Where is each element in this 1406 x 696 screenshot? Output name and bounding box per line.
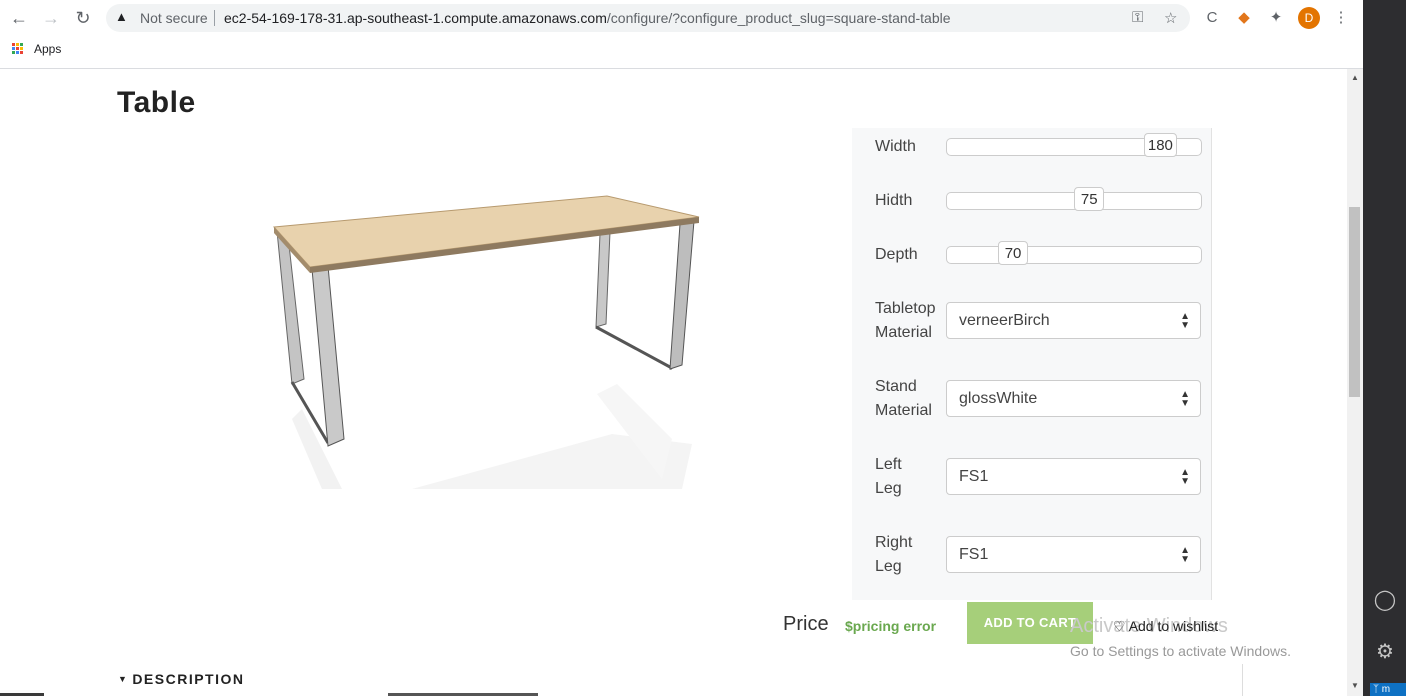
extension-c-icon[interactable]: C bbox=[1202, 8, 1222, 28]
stand-material-value: glossWhite bbox=[959, 390, 1038, 407]
height-label: Hidth bbox=[875, 192, 913, 209]
page-title: Table bbox=[117, 86, 196, 119]
forward-arrow-icon[interactable]: → bbox=[40, 7, 62, 29]
divider bbox=[1242, 664, 1243, 696]
depth-slider-handle[interactable]: 70 bbox=[998, 241, 1029, 265]
back-arrow-icon[interactable]: ← bbox=[8, 7, 30, 29]
table-3d-viewer[interactable] bbox=[262, 179, 702, 489]
tabletop-material-select[interactable]: verneerBirch ▲ ▼ bbox=[946, 302, 1201, 339]
wishlist-label: Add to wishlist bbox=[1128, 618, 1219, 634]
right-leg-label: Right Leg bbox=[875, 531, 912, 579]
select-caret-icon: ▲ ▼ bbox=[1180, 467, 1190, 487]
caret-down-icon: ▼ bbox=[118, 674, 127, 684]
url-text[interactable]: ec2-54-169-178-31.ap-southeast-1.compute… bbox=[224, 10, 951, 26]
url-host: ec2-54-169-178-31.ap-southeast-1.compute… bbox=[224, 10, 607, 26]
scroll-down-arrow-icon[interactable]: ▼ bbox=[1351, 681, 1359, 690]
description-toggle[interactable]: ▼ DESCRIPTION bbox=[118, 671, 245, 687]
left-leg-label: Left Leg bbox=[875, 453, 902, 501]
left-leg-select[interactable]: FS1 ▲ ▼ bbox=[946, 458, 1201, 495]
select-caret-icon: ▲ ▼ bbox=[1180, 545, 1190, 565]
gear-icon[interactable]: ⚙ bbox=[1373, 640, 1397, 664]
width-label: Width bbox=[875, 138, 916, 155]
stand-material-label-line2: Material bbox=[875, 402, 932, 419]
stand-material-label: Stand Material bbox=[875, 375, 932, 423]
configurator-panel: Width 180 Hidth 75 Depth 70 Tabletop Mat… bbox=[852, 128, 1212, 600]
bookmarks-bar: Apps bbox=[0, 36, 1363, 69]
key-icon[interactable]: ⚿ bbox=[1132, 9, 1143, 26]
scrollbar-thumb[interactable] bbox=[1349, 207, 1360, 397]
stand-material-label-line1: Stand bbox=[875, 378, 917, 395]
description-label: DESCRIPTION bbox=[132, 671, 245, 687]
tabletop bbox=[272, 195, 700, 268]
apps-grid-icon[interactable] bbox=[12, 43, 24, 55]
address-separator bbox=[214, 10, 215, 26]
right-leg-value: FS1 bbox=[959, 546, 989, 563]
windows-activation-subtitle: Go to Settings to activate Windows. bbox=[1070, 643, 1291, 659]
front-right-leg bbox=[669, 220, 695, 370]
metamask-fox-icon[interactable]: ◆ bbox=[1234, 8, 1254, 28]
add-to-wishlist-link[interactable]: ♡ Add to wishlist bbox=[1113, 618, 1218, 635]
browser-toolbar: ← → ↻ ▲ Not secure ec2-54-169-178-31.ap-… bbox=[0, 0, 1363, 36]
tabletop-material-value: verneerBirch bbox=[959, 312, 1050, 329]
branch-icon[interactable]: ᛉ m bbox=[1370, 683, 1406, 696]
address-bar[interactable]: ▲ Not secure ec2-54-169-178-31.ap-southe… bbox=[106, 4, 1190, 32]
right-leg-label-line2: Leg bbox=[875, 558, 902, 575]
profile-avatar[interactable]: D bbox=[1298, 7, 1320, 29]
star-icon[interactable]: ☆ bbox=[1164, 9, 1177, 27]
select-caret-icon: ▲ ▼ bbox=[1180, 389, 1190, 409]
depth-slider[interactable]: 70 bbox=[946, 241, 1202, 265]
right-leg-label-line1: Right bbox=[875, 534, 913, 551]
tabletop-material-label-line2: Material bbox=[875, 324, 932, 341]
price-value: $pricing error bbox=[845, 618, 937, 634]
price-label: Price bbox=[783, 613, 829, 635]
kebab-menu-icon[interactable]: ⋮ bbox=[1331, 8, 1351, 28]
tabletop-material-label-line1: Tabletop bbox=[875, 300, 936, 317]
left-leg-label-line2: Leg bbox=[875, 480, 902, 497]
reload-icon[interactable]: ↻ bbox=[72, 7, 94, 29]
page-scrollbar[interactable]: ▲ ▼ bbox=[1347, 69, 1363, 696]
url-path: /configure/?configure_product_slug=squar… bbox=[606, 10, 951, 26]
page-content: Table Width 180 Hidth 75 Depth 70 Tablet… bbox=[0, 69, 1347, 696]
back-right-leg bbox=[595, 231, 611, 328]
select-caret-icon: ▲ ▼ bbox=[1180, 311, 1190, 331]
warning-icon: ▲ bbox=[115, 9, 128, 24]
right-leg-select[interactable]: FS1 ▲ ▼ bbox=[946, 536, 1201, 573]
apps-bookmark[interactable]: Apps bbox=[34, 42, 61, 56]
account-icon[interactable]: ◯ bbox=[1373, 588, 1397, 612]
puzzle-extensions-icon[interactable]: ✦ bbox=[1266, 8, 1286, 28]
security-label: Not secure bbox=[140, 10, 208, 26]
right-foot-rail bbox=[595, 325, 674, 371]
depth-label: Depth bbox=[875, 246, 918, 263]
width-slider-handle[interactable]: 180 bbox=[1143, 133, 1177, 157]
side-activity-bar: ◯ ⚙ ᛉ m bbox=[1363, 0, 1406, 696]
height-slider[interactable]: 75 bbox=[946, 187, 1202, 211]
scroll-up-arrow-icon[interactable]: ▲ bbox=[1351, 73, 1359, 82]
left-leg-label-line1: Left bbox=[875, 456, 902, 473]
front-left-leg bbox=[311, 265, 345, 447]
heart-icon: ♡ bbox=[1113, 618, 1126, 634]
height-slider-handle[interactable]: 75 bbox=[1074, 187, 1105, 211]
width-slider[interactable]: 180 bbox=[946, 133, 1202, 157]
stand-material-select[interactable]: glossWhite ▲ ▼ bbox=[946, 380, 1201, 417]
tabletop-material-label: Tabletop Material bbox=[875, 297, 936, 345]
left-leg-value: FS1 bbox=[959, 468, 989, 485]
